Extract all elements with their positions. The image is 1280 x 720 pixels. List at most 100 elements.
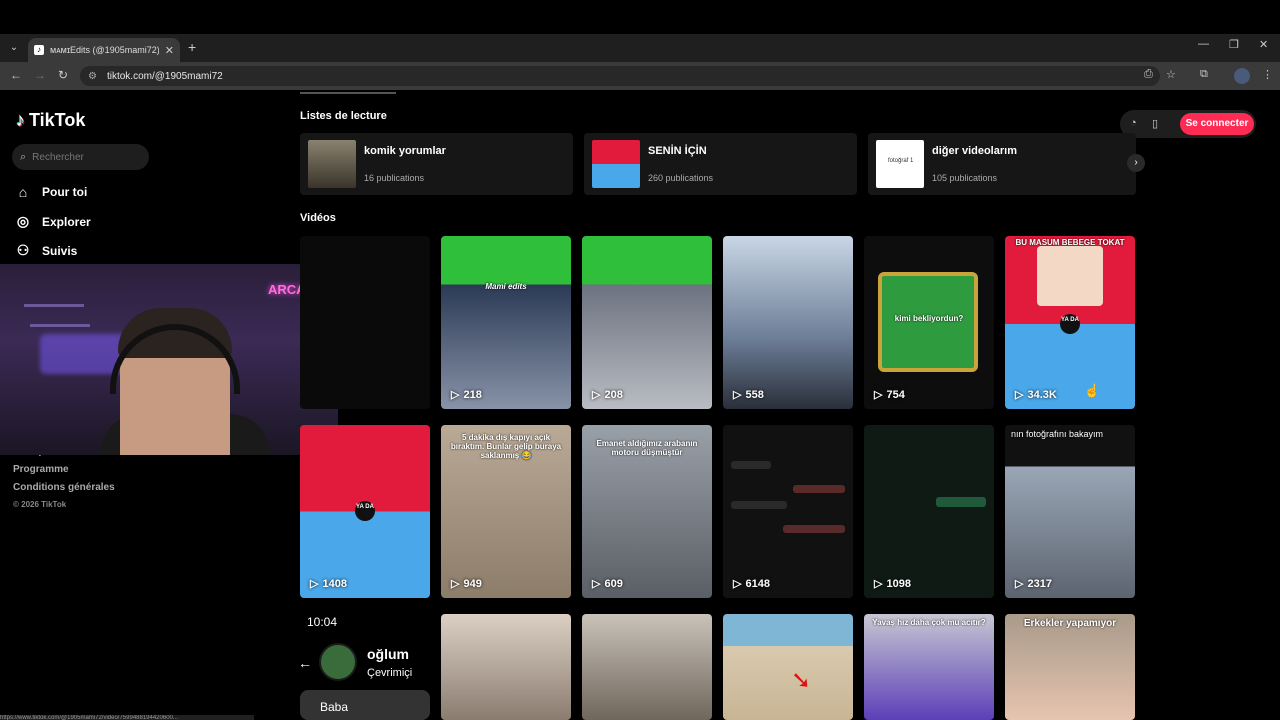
play-icon: ▷ (874, 578, 883, 590)
install-app-icon[interactable]: ⎙ (1144, 68, 1153, 81)
video-views: ▷ 949 (451, 577, 482, 591)
video-views-count: 949 (463, 577, 482, 590)
playlist-next-icon[interactable]: › (1127, 154, 1145, 172)
browser-menu-icon[interactable]: ⋮ (1262, 68, 1273, 81)
chat-message (936, 497, 986, 507)
chat-name: oğlum (367, 646, 409, 662)
playlist-card[interactable]: fotoğraf 1 diğer videolarım 105 publicat… (868, 133, 1136, 195)
video-caption: Erkekler yapamıyor (1023, 618, 1117, 629)
chat-message (731, 501, 787, 509)
video-card[interactable]: BU MASUM BEBEGE TOKAT AT YA DA ▷34.3K (1005, 236, 1135, 409)
logo-text: TikTok (29, 110, 86, 130)
video-card[interactable]: nın fotoğrafını bakayım ▷ 2317 (1005, 425, 1135, 598)
search-box[interactable]: ⌕ (12, 144, 149, 170)
video-card[interactable]: Yavaş hız daha çok mu acıtır? (864, 614, 994, 720)
video-card[interactable]: Emanet aldığımız arabanın motoru düşmüşt… (582, 425, 712, 598)
video-views: ▷ 218 (451, 388, 482, 402)
chat-message (731, 461, 771, 469)
chat-bubble: Baba (300, 690, 430, 720)
video-views: ▷ 754 (874, 388, 905, 402)
sidebar-item-label: Suivis (42, 243, 78, 258)
sidebar-item-label: Explorer (42, 214, 91, 229)
playlist-name: diğer videolarım (932, 145, 1017, 157)
play-icon: ▷ (451, 389, 460, 401)
footer-link-terms[interactable]: Conditions générales (13, 482, 115, 493)
video-views-count: 34.3K (1027, 388, 1057, 401)
video-caption: 5 dakika dış kapıyı açık bıraktım. Bunla… (450, 433, 562, 460)
webcam-overlay: ARCADE (0, 264, 338, 455)
video-views-count: 1098 (886, 577, 911, 590)
playlist-count: 105 publications (932, 173, 998, 183)
tab-underline (300, 92, 396, 94)
video-card[interactable] (441, 614, 571, 720)
play-icon: ▷ (451, 578, 460, 590)
playlist-card[interactable]: komik yorumlar 16 publications (300, 133, 573, 195)
compass-small-icon[interactable]: ◔ (1130, 117, 1137, 129)
video-card[interactable]: ▷ 208 (582, 236, 712, 409)
video-card[interactable]: kimi bekliyordun? ▷ 754 (864, 236, 994, 409)
mobile-icon[interactable]: ▯ (1152, 117, 1158, 130)
search-input[interactable] (32, 151, 133, 163)
video-card[interactable] (582, 614, 712, 720)
sidebar-item-for-you[interactable]: ⌂ Pour toi (14, 184, 88, 200)
minimize-icon[interactable]: — (1198, 38, 1209, 50)
playlist-name: SENİN İÇİN (648, 145, 707, 157)
header-actions: ◔ ▯ Se connecter (1120, 110, 1256, 138)
bookmark-star-icon[interactable]: ☆ (1166, 68, 1176, 81)
video-views: ▷ 6148 (733, 577, 770, 591)
playlist-card[interactable]: SENİN İÇİN 260 publications (584, 133, 857, 195)
video-card[interactable]: Erkekler yapamıyor (1005, 614, 1135, 720)
video-views: ▷ 208 (592, 388, 623, 402)
os-top-bar (0, 0, 1280, 34)
video-views-count: 558 (745, 388, 764, 401)
video-card[interactable]: ➘ (723, 614, 853, 720)
url-text: tiktok.com/@1905mami72 (106, 70, 223, 82)
maximize-icon[interactable]: ❐ (1229, 38, 1239, 51)
playlists-title: Listes de lecture (300, 110, 387, 122)
url-field[interactable]: ⚙ tiktok.com/@1905mami72 (80, 66, 1160, 86)
new-tab-button[interactable]: + (188, 39, 196, 55)
extensions-icon[interactable]: ⧉ (1200, 68, 1208, 81)
copyright: © 2026 TikTok (13, 500, 67, 509)
playlist-thumbnail (592, 140, 640, 188)
video-views: ▷ 1408 (310, 577, 347, 591)
following-icon: ⚇ (16, 242, 30, 258)
play-icon: ▷ (733, 578, 742, 590)
video-card[interactable]: ▷ 558 (723, 236, 853, 409)
site-info-icon[interactable]: ⚙ (88, 71, 97, 82)
ya-da-badge: YA DA (1060, 314, 1080, 334)
close-window-icon[interactable]: ✕ (1259, 38, 1268, 51)
close-tab-icon[interactable]: ✕ (165, 44, 174, 57)
profile-avatar[interactable] (1234, 68, 1250, 84)
search-icon: ⌕ (20, 150, 27, 163)
tab-search-icon[interactable]: ⌄ (6, 40, 22, 56)
video-card[interactable]: 5 dakika dış kapıyı açık bıraktım. Bunla… (441, 425, 571, 598)
play-icon: ▷ (874, 389, 883, 401)
video-caption: Yavaş hız daha çok mu acıtır? (872, 618, 986, 627)
sidebar-item-following[interactable]: ⚇ Suivis (14, 242, 78, 259)
reload-icon[interactable]: ↻ (58, 68, 68, 82)
footer-link-program[interactable]: Programme (13, 464, 69, 475)
video-caption: kimi bekliyordun? (894, 314, 964, 323)
video-views-count: 754 (886, 388, 905, 401)
chat-back-icon[interactable]: ← (298, 655, 312, 671)
playlist-thumbnail (308, 140, 356, 188)
sidebar-item-explore[interactable]: ◎ Explorer (14, 213, 91, 230)
explore-icon: ◎ (16, 213, 30, 229)
video-card[interactable] (300, 236, 430, 409)
video-card[interactable]: Mami edits ▷ 218 (441, 236, 571, 409)
browser-tab[interactable]: ♪ ᴍᴀᴍɪEdits (@1905mami72) | ✕ (28, 38, 180, 62)
back-icon[interactable]: ← (10, 68, 22, 82)
video-card[interactable]: ▷ 1098 (864, 425, 994, 598)
tiktok-note-icon: ♪ (16, 110, 25, 130)
video-card[interactable]: YA DA ▷ 1408 (300, 425, 430, 598)
tiktok-logo[interactable]: ♪ TikTok (16, 110, 85, 131)
forward-icon[interactable]: → (34, 68, 46, 82)
hand-cursor-icon: ☝ (1084, 383, 1101, 398)
thumbnail-text: fotoğraf 1 (888, 158, 914, 164)
video-views: ▷ 609 (592, 577, 623, 591)
login-button[interactable]: Se connecter (1180, 113, 1254, 135)
playlist-count: 260 publications (648, 173, 714, 183)
video-card[interactable]: ▷ 6148 (723, 425, 853, 598)
shelf (24, 304, 84, 307)
